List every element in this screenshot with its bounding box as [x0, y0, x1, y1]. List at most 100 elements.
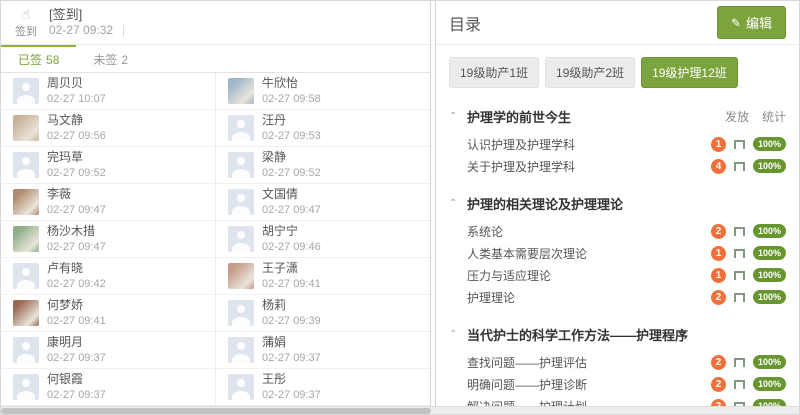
sign-tabs: 已签58 未签2	[1, 45, 430, 73]
student-name: 李薇	[47, 187, 106, 201]
student-avatar	[13, 78, 39, 104]
chevron-up-icon[interactable]: ⌃	[449, 111, 467, 123]
student-avatar	[228, 300, 254, 326]
student-list-item[interactable]: 何银霞 02-27 09:37	[1, 369, 216, 406]
completion-percent-badge[interactable]: 100%	[753, 246, 786, 260]
stats-chart-icon[interactable]	[734, 271, 745, 280]
student-sign-time: 02-27 09:37	[262, 388, 321, 402]
stats-chart-icon[interactable]	[734, 358, 745, 367]
student-list-item[interactable]: 汪丹 02-27 09:53	[216, 110, 430, 147]
completion-percent-badge[interactable]: 100%	[753, 159, 786, 173]
issue-count-badge[interactable]: 1	[711, 268, 726, 283]
student-list-item[interactable]: 周贝贝 02-27 10:07	[1, 73, 216, 110]
stats-chart-icon[interactable]	[734, 162, 745, 171]
completion-percent-badge[interactable]: 100%	[753, 268, 786, 282]
completion-percent-badge[interactable]: 100%	[753, 290, 786, 304]
issue-count-badge[interactable]: 2	[711, 290, 726, 305]
section-header[interactable]: ⌃ 护理的相关理论及护理理论 发放 统计	[449, 194, 786, 213]
student-list-item[interactable]: 梁静 02-27 09:52	[216, 147, 430, 184]
toc-item-title[interactable]: 系统论	[467, 223, 503, 240]
toc-item-title[interactable]: 压力与适应理论	[467, 267, 551, 284]
student-list-item[interactable]: 胡宁宁 02-27 09:46	[216, 221, 430, 258]
class-tab[interactable]: 19级助产1班	[449, 57, 539, 88]
student-info: 杨沙木措 02-27 09:47	[47, 224, 106, 254]
student-list-item[interactable]: 卢有晓 02-27 09:42	[1, 258, 216, 295]
class-tab[interactable]: 19级助产2班	[545, 57, 635, 88]
chevron-up-icon[interactable]: ⌃	[449, 198, 467, 210]
toc-panel: 目录 ✎ 编辑 19级助产1班19级助产2班19级护理12班 ⌃ 护理学的前世今…	[435, 1, 799, 414]
student-list-item[interactable]: 杨沙木措 02-27 09:47	[1, 221, 216, 258]
tab-signed-label: 已签	[18, 53, 42, 67]
pencil-icon: ✎	[731, 17, 741, 29]
issue-count-badge[interactable]: 2	[711, 355, 726, 370]
student-name: 杨沙木措	[47, 224, 106, 238]
toc-header: 目录 ✎ 编辑	[436, 1, 799, 45]
student-list-item[interactable]: 马文静 02-27 09:56	[1, 110, 216, 147]
student-list-item[interactable]: 王彤 02-27 09:37	[216, 369, 430, 406]
student-avatar	[228, 226, 254, 252]
student-info: 何梦娇 02-27 09:41	[47, 298, 106, 328]
section-items: 系统论 2 100% 人类基本需要层次理论 1 100% 压力与适应理论 1 1…	[449, 220, 786, 308]
toc-item: 系统论 2 100%	[467, 220, 786, 242]
stats-chart-icon[interactable]	[734, 140, 745, 149]
student-list-item[interactable]: 杨莉 02-27 09:39	[216, 295, 430, 332]
section-title: 护理学的前世今生	[467, 107, 571, 126]
toc-item-title[interactable]: 关于护理及护理学科	[467, 158, 575, 175]
toc-item-title[interactable]: 认识护理及护理学科	[467, 136, 575, 153]
scrollbar-thumb[interactable]	[1, 408, 431, 414]
student-name: 卢有晓	[47, 261, 106, 275]
stats-chart-icon[interactable]	[734, 249, 745, 258]
activity-time: 02-27 09:32	[49, 23, 124, 38]
student-list-item[interactable]: 文国倩 02-27 09:47	[216, 184, 430, 221]
student-list-item[interactable]: 牛欣怡 02-27 09:58	[216, 73, 430, 110]
tab-unsigned[interactable]: 未签2	[76, 45, 145, 72]
stats-chart-icon[interactable]	[734, 380, 745, 389]
student-avatar	[13, 189, 39, 215]
completion-percent-badge[interactable]: 100%	[753, 137, 786, 151]
sign-in-panel: ☝ 签到 [签到] 02-27 09:32 已签58 未签2 周贝贝 0	[1, 1, 431, 414]
stats-chart-icon[interactable]	[734, 227, 745, 236]
issue-count-badge[interactable]: 1	[711, 246, 726, 261]
section-header[interactable]: ⌃ 当代护士的科学工作方法——护理程序 发放 统计	[449, 325, 786, 344]
toc-item-title[interactable]: 查找问题——护理评估	[467, 354, 587, 371]
student-avatar	[228, 115, 254, 141]
completion-percent-badge[interactable]: 100%	[753, 355, 786, 369]
edit-button[interactable]: ✎ 编辑	[717, 6, 786, 39]
student-avatar	[13, 152, 39, 178]
toc-item-title[interactable]: 人类基本需要层次理论	[467, 245, 587, 262]
completion-percent-badge[interactable]: 100%	[753, 377, 786, 391]
student-avatar	[228, 189, 254, 215]
toc-item-title[interactable]: 护理理论	[467, 289, 515, 306]
horizontal-scrollbar[interactable]	[1, 406, 799, 414]
student-list-item[interactable]: 康明月 02-27 09:37	[1, 332, 216, 369]
student-list-item[interactable]: 完玛草 02-27 09:52	[1, 147, 216, 184]
student-name: 周贝贝	[47, 76, 106, 90]
issue-count-badge[interactable]: 4	[711, 159, 726, 174]
student-info: 完玛草 02-27 09:52	[47, 150, 106, 180]
toc-item: 查找问题——护理评估 2 100%	[467, 351, 786, 373]
section-title: 护理的相关理论及护理理论	[467, 194, 623, 213]
student-name: 蒲娟	[262, 335, 321, 349]
issue-count-badge[interactable]: 2	[711, 224, 726, 239]
student-avatar	[13, 115, 39, 141]
student-avatar	[13, 300, 39, 326]
student-list-item[interactable]: 李薇 02-27 09:47	[1, 184, 216, 221]
stats-chart-icon[interactable]	[734, 293, 745, 302]
sign-in-icon-caption: 签到	[11, 23, 41, 39]
toc-item-title[interactable]: 明确问题——护理诊断	[467, 376, 587, 393]
student-list-item[interactable]: 蒲娟 02-27 09:37	[216, 332, 430, 369]
toc-item: 关于护理及护理学科 4 100%	[467, 155, 786, 177]
issue-count-badge[interactable]: 1	[711, 137, 726, 152]
student-list-item[interactable]: 王子潇 02-27 09:41	[216, 258, 430, 295]
activity-timestamp: 02-27 09:32	[49, 23, 113, 38]
tab-signed[interactable]: 已签58	[1, 45, 76, 72]
student-list-item[interactable]: 何梦娇 02-27 09:41	[1, 295, 216, 332]
class-tab[interactable]: 19级护理12班	[641, 57, 738, 88]
chevron-up-icon[interactable]: ⌃	[449, 329, 467, 341]
toc-item-badges: 2 100%	[711, 377, 786, 392]
completion-percent-badge[interactable]: 100%	[753, 224, 786, 238]
student-name: 梁静	[262, 150, 321, 164]
section-header[interactable]: ⌃ 护理学的前世今生 发放 统计	[449, 107, 786, 126]
student-sign-time: 02-27 09:47	[47, 240, 106, 254]
issue-count-badge[interactable]: 2	[711, 377, 726, 392]
